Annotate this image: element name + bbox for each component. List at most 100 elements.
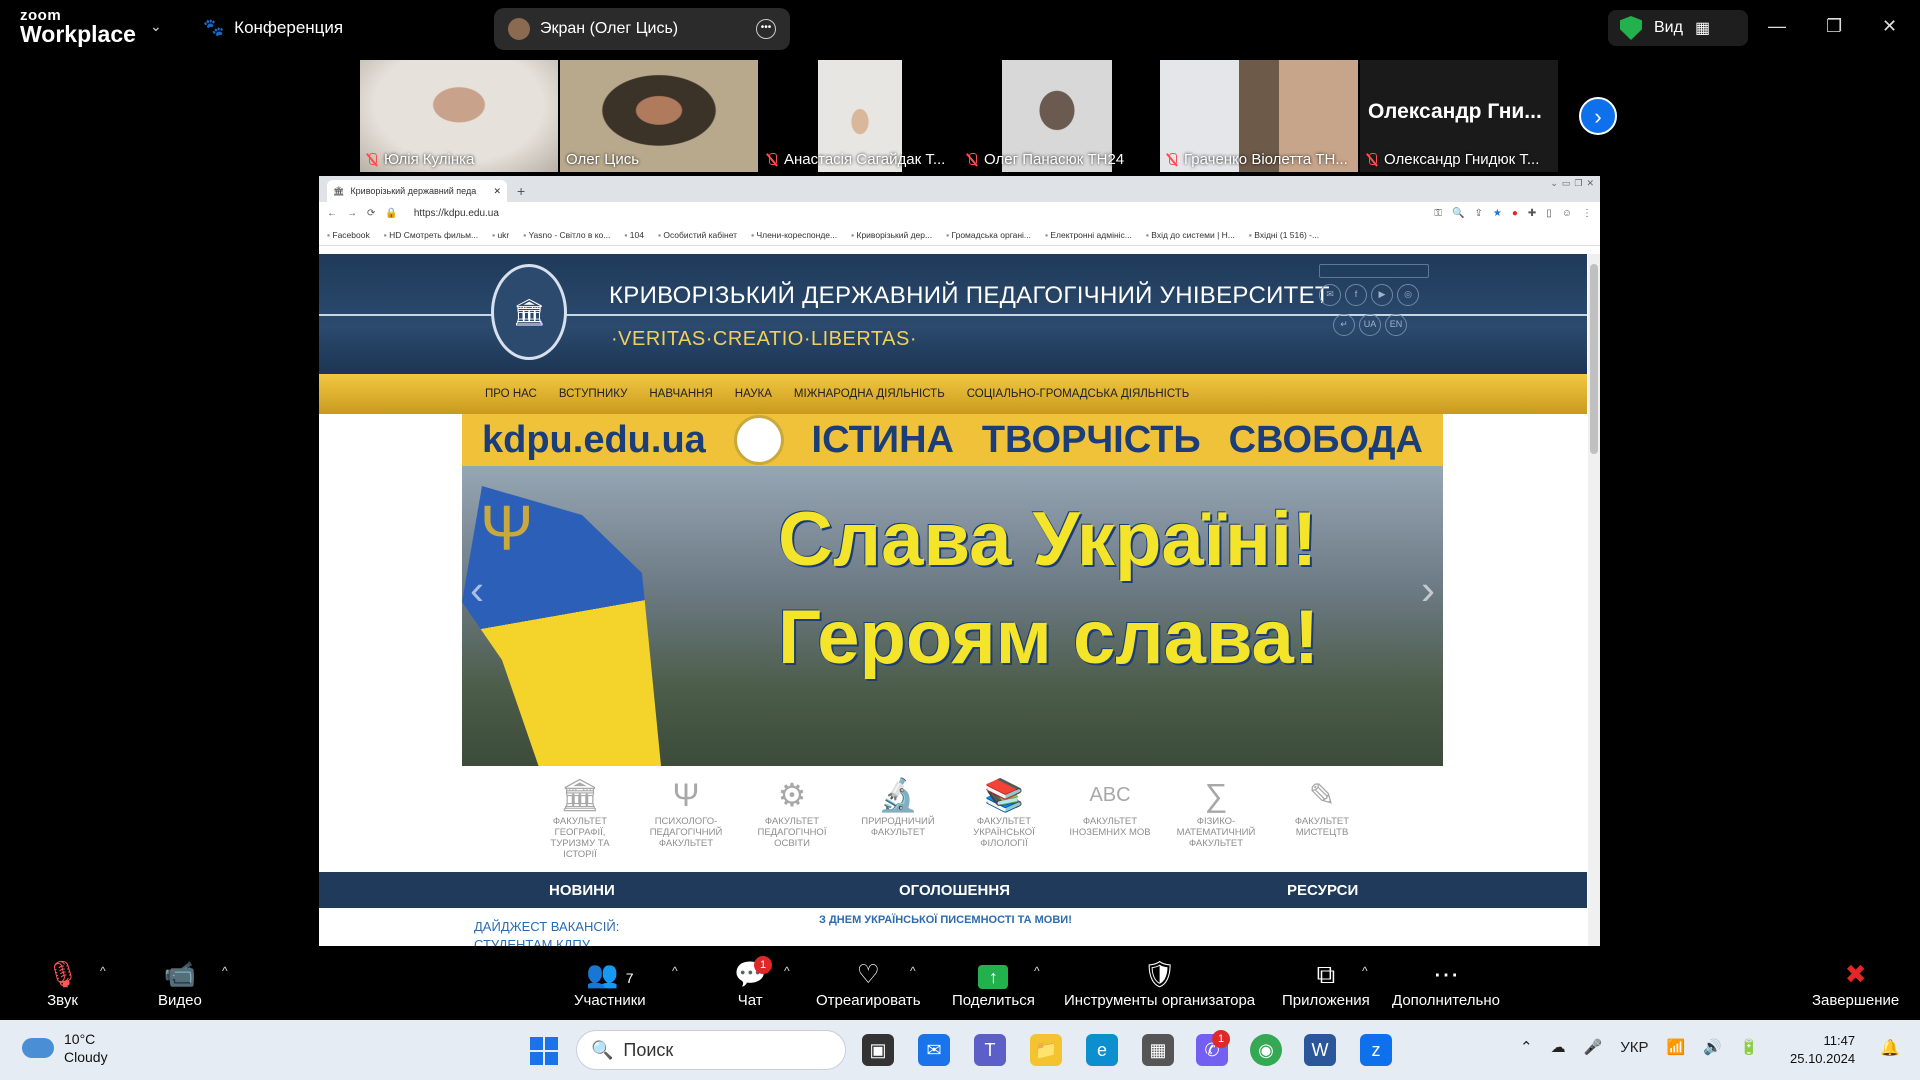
apps-options-caret[interactable]: ^ <box>1362 964 1368 978</box>
site-search-input[interactable] <box>1319 264 1429 278</box>
mail-icon[interactable]: ✉ <box>918 1034 950 1066</box>
faculty-link[interactable]: ABC ФАКУЛЬТЕТ ІНОЗЕМНИХ МОВ <box>1068 774 1152 860</box>
input-language[interactable]: УКР <box>1620 1039 1648 1056</box>
microphone-icon[interactable]: 🎤 <box>1584 1038 1603 1056</box>
bookmark-item[interactable]: HD Смотреть фильм... <box>384 230 478 240</box>
audio-button[interactable]: 🎙 Звук <box>46 958 79 1009</box>
bookmark-star-icon[interactable]: ★ <box>1493 208 1502 219</box>
faculty-link[interactable]: 🏛 ФАКУЛЬТЕТ ГЕОГРАФІЇ, ТУРИЗМУ ТА ІСТОРІЇ <box>538 774 622 860</box>
end-meeting-button[interactable]: ✖ Завершение <box>1812 958 1899 1009</box>
minimize-button[interactable]: — <box>1768 16 1786 37</box>
participant-tile[interactable]: Анастасія Сагайдак Т... <box>760 60 958 172</box>
resources-header[interactable]: РЕСУРСИ <box>1287 882 1358 899</box>
opera-icon[interactable]: ● <box>1512 208 1518 219</box>
bookmark-item[interactable]: Facebook <box>327 230 369 240</box>
back-icon[interactable]: ← <box>327 208 337 219</box>
bookmark-item[interactable]: Вхід до системи | Н... <box>1146 230 1235 240</box>
lang-ua-button[interactable]: UA <box>1359 314 1381 336</box>
taskbar-clock[interactable]: 11:47 25.10.2024 <box>1790 1032 1855 1068</box>
restore-button[interactable]: ❐ <box>1826 16 1842 37</box>
restore-button[interactable]: ❐ <box>1574 178 1582 189</box>
nav-item[interactable]: НАВЧАННЯ <box>649 388 712 400</box>
youtube-icon[interactable]: ▶ <box>1371 284 1393 306</box>
task-view-icon[interactable]: ▣ <box>862 1034 894 1066</box>
video-options-caret[interactable]: ^ <box>222 964 228 978</box>
file-explorer-icon[interactable]: 📁 <box>1030 1034 1062 1066</box>
chevron-up-icon[interactable]: ⌃ <box>1520 1038 1533 1056</box>
url-field[interactable]: https://kdpu.edu.ua <box>414 208 499 219</box>
onedrive-icon[interactable]: ☁ <box>1551 1038 1566 1056</box>
faculty-link[interactable]: ✎ ФАКУЛЬТЕТ МИСТЕЦТВ <box>1280 774 1364 860</box>
more-options-icon[interactable]: ••• <box>756 19 776 39</box>
weather-widget[interactable]: 10°C Cloudy <box>22 1030 108 1066</box>
profile-avatar[interactable]: ☺ <box>1562 208 1572 219</box>
close-tab-icon[interactable]: ✕ <box>493 186 501 197</box>
forward-icon[interactable]: → <box>347 208 357 219</box>
zoom-workplace-logo[interactable]: zoom Workplace <box>20 8 136 46</box>
close-button[interactable]: ✕ <box>1586 178 1594 189</box>
nav-item[interactable]: НАУКА <box>735 388 772 400</box>
scrollbar-thumb[interactable] <box>1590 264 1598 454</box>
bookmark-item[interactable]: 104 <box>624 230 644 240</box>
edge-icon[interactable]: e <box>1086 1034 1118 1066</box>
bookmark-item[interactable]: Вхідні (1 516) -... <box>1249 230 1319 240</box>
next-participants-button[interactable]: › <box>1579 97 1617 135</box>
faculty-link[interactable]: 🔬 ПРИРОДНИЧИЙ ФАКУЛЬТЕТ <box>856 774 940 860</box>
mail-icon[interactable]: ✉ <box>1319 284 1341 306</box>
nav-item[interactable]: ПРО НАС <box>485 388 537 400</box>
extensions-icon[interactable]: ✚ <box>1528 208 1536 219</box>
bookmark-item[interactable]: Криворізький дер... <box>851 230 933 240</box>
announcements-header[interactable]: ОГОЛОШЕННЯ <box>899 882 1010 899</box>
chevron-down-icon[interactable]: ⌄ <box>1550 178 1558 189</box>
news-item[interactable]: ДАЙДЖЕСТ ВАКАНСІЙ: СТУДЕНТАМ КДПУ <box>474 918 619 946</box>
teams-icon[interactable]: T <box>974 1034 1006 1066</box>
bookmark-item[interactable]: Громадська органі... <box>946 230 1031 240</box>
host-tools-button[interactable]: 🛡 Инструменты организатора <box>1064 958 1255 1009</box>
new-tab-icon[interactable]: + <box>517 183 525 202</box>
share-icon[interactable]: ⇪ <box>1474 208 1482 219</box>
bookmark-item[interactable]: Yasno - Світло в ко... <box>523 230 610 240</box>
faculty-link[interactable]: Ψ ПСИХОЛОГО-ПЕДАГОГІЧНИЙ ФАКУЛЬТЕТ <box>644 774 728 860</box>
announcement-item[interactable]: З ДНЕМ УКРАЇНСЬКОЇ ПИСЕМНОСТІ ТА МОВИ! <box>819 914 1072 926</box>
calculator-icon[interactable]: ▦ <box>1142 1034 1174 1066</box>
bookmark-item[interactable]: Електронні адмініс... <box>1045 230 1132 240</box>
zoom-icon[interactable]: 🔍 <box>1452 208 1464 219</box>
key-icon[interactable]: ⚿ <box>1434 208 1442 219</box>
instagram-icon[interactable]: ◎ <box>1397 284 1419 306</box>
faculty-link[interactable]: 📚 ФАКУЛЬТЕТ УКРАЇНСЬКОЇ ФІЛОЛОГІЇ <box>962 774 1046 860</box>
page-scrollbar[interactable] <box>1588 254 1600 946</box>
notifications-bell-icon[interactable]: 🔔 <box>1880 1038 1900 1058</box>
participants-button[interactable]: 👥 7 Участники <box>574 958 646 1009</box>
nav-item[interactable]: МІЖНАРОДНА ДІЯЛЬНІСТЬ <box>794 388 945 400</box>
participants-options-caret[interactable]: ^ <box>672 964 678 978</box>
react-options-caret[interactable]: ^ <box>910 964 916 978</box>
participant-tile[interactable]: Юлія Кулінка <box>360 60 558 172</box>
participant-tile[interactable]: Олександр Гни... Олександр Гнидюк Т... <box>1360 60 1558 172</box>
chevron-down-icon[interactable]: ⌄ <box>150 18 162 35</box>
close-button[interactable]: ✕ <box>1882 16 1897 37</box>
browser-menu-icon[interactable]: ⋮ <box>1582 208 1592 219</box>
word-icon[interactable]: W <box>1304 1034 1336 1066</box>
minimize-button[interactable]: ▭ <box>1562 178 1571 189</box>
accessibility-icon[interactable]: ↵ <box>1333 314 1355 336</box>
hero-banner[interactable]: kdpu.edu.ua ІСТИНА ТВОРЧІСТЬ СВОБОДА Ψ С… <box>462 414 1443 766</box>
start-button[interactable] <box>530 1037 558 1065</box>
browser-tab[interactable]: 🏛 Криворізький державний педа ✕ <box>327 180 507 202</box>
share-options-caret[interactable]: ^ <box>1034 964 1040 978</box>
volume-icon[interactable]: 🔊 <box>1703 1038 1722 1056</box>
bookmark-item[interactable]: ukr <box>492 230 509 240</box>
more-button[interactable]: ⋯ Дополнительно <box>1392 958 1500 1009</box>
video-button[interactable]: 📹 Видео <box>158 958 202 1009</box>
banner-next-arrow[interactable]: › <box>1421 566 1435 614</box>
battery-icon[interactable]: 🔋 <box>1740 1038 1759 1056</box>
nav-item[interactable]: СОЦІАЛЬНО-ГРОМАДСЬКА ДІЯЛЬНІСТЬ <box>967 388 1190 400</box>
sidebar-icon[interactable]: ▯ <box>1546 208 1552 219</box>
reload-icon[interactable]: ⟳ <box>367 208 375 219</box>
bookmark-item[interactable]: Особистий кабінет <box>658 230 737 240</box>
faculty-link[interactable]: ⚙ ФАКУЛЬТЕТ ПЕДАГОГІЧНОЇ ОСВІТИ <box>750 774 834 860</box>
taskbar-search[interactable]: 🔍 Поиск <box>576 1030 846 1070</box>
chat-options-caret[interactable]: ^ <box>784 964 790 978</box>
bookmark-item[interactable]: Члени-кореспонде... <box>751 230 837 240</box>
react-button[interactable]: ♡ Отреагировать <box>816 958 921 1009</box>
conference-menu[interactable]: 🐾 Конференция <box>203 18 343 38</box>
